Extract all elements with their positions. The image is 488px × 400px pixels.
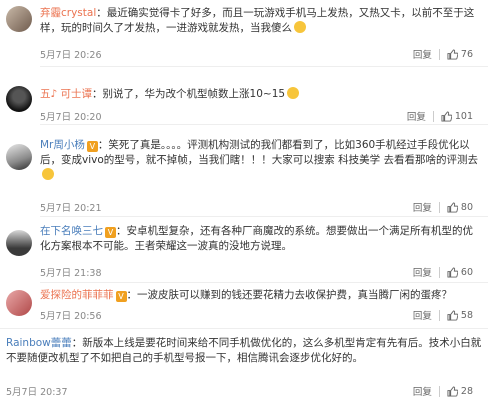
like-button[interactable]: 60 bbox=[438, 266, 480, 278]
comment-body: ：最近确实觉得卡了好多，而且一玩游戏手机马上发热，又热又卡，以前不至于这样，玩的… bbox=[40, 7, 475, 34]
comment-actions: 回复 60 bbox=[406, 265, 480, 279]
like-count: 28 bbox=[460, 385, 473, 397]
comment-body: ：笑死了真是。。。。评测机构测试的我们都看到了，比如360手机经过手段优化以后，… bbox=[40, 139, 478, 166]
timestamp: 5月7日 20:20 bbox=[40, 112, 102, 123]
comment-item: Mr周小杨 V ：笑死了真是。。。。评测机构测试的我们都看到了，比如360手机经过手… bbox=[0, 124, 488, 216]
reply-label: 回复 bbox=[412, 311, 432, 322]
comment-text-block: 爱探险的菲菲菲 V ：一波皮肤可以赚到的钱还要花精力去收保护费，真当腾厂闲的蛋疼？ bbox=[40, 288, 482, 303]
reply-button[interactable]: 回复 bbox=[406, 384, 439, 398]
smile-emoji-icon bbox=[287, 87, 300, 99]
like-button[interactable]: 101 bbox=[432, 110, 480, 122]
thumb-up-icon bbox=[441, 110, 452, 122]
timestamp: 5月7日 20:21 bbox=[40, 203, 102, 214]
thumb-up-icon bbox=[447, 266, 458, 278]
username-link[interactable]: Rainbow蕾蕾 bbox=[6, 337, 72, 349]
smile-emoji-icon bbox=[294, 21, 306, 33]
thumb-up-icon bbox=[447, 309, 458, 321]
reply-label: 回复 bbox=[412, 268, 432, 279]
timestamp: 5月7日 20:26 bbox=[40, 50, 102, 61]
like-button[interactable]: 28 bbox=[438, 385, 480, 397]
comment-actions: 回复 80 bbox=[406, 200, 480, 214]
avatar[interactable] bbox=[6, 144, 32, 170]
comment-text-block: Rainbow蕾蕾：新版本上线是要花时间来给不同手机做优化的，这么多机型肯定有先… bbox=[6, 336, 482, 366]
vip-badge-icon: V bbox=[86, 141, 98, 152]
like-count: 76 bbox=[460, 48, 473, 60]
smile-emoji-icon bbox=[42, 168, 54, 180]
comment-body: ：新版本上线是要花时间来给不同手机做优化的，这么多机型肯定有先有后。技术小白就不… bbox=[6, 337, 482, 364]
comment-actions: 回复 58 bbox=[406, 308, 480, 322]
like-count: 101 bbox=[454, 110, 473, 122]
avatar[interactable] bbox=[6, 290, 32, 316]
comment-actions: 回复 76 bbox=[406, 47, 480, 61]
comment-text-block: 五♪ 可士谭：别说了，华为改个机型帧数上涨10~15 bbox=[40, 87, 482, 102]
vip-badge-icon: V bbox=[115, 291, 127, 302]
reply-label: 回复 bbox=[412, 387, 432, 398]
comment-item: Rainbow蕾蕾：新版本上线是要花时间来给不同手机做优化的，这么多机型肯定有先… bbox=[0, 328, 488, 400]
comment-item: 在下名唤三七 V ：安卓机型复杂，还有各种厂商魔改的系统。想要做出一个满足所有机型的… bbox=[0, 216, 488, 282]
avatar[interactable] bbox=[6, 6, 32, 32]
username-link[interactable]: 爱探险的菲菲菲 bbox=[40, 289, 114, 301]
avatar[interactable] bbox=[6, 230, 32, 256]
comment-item: 弃霾crystal：最近确实觉得卡了好多，而且一玩游戏手机马上发热，又热又卡，以… bbox=[0, 0, 488, 66]
thumb-up-icon bbox=[447, 48, 458, 60]
reply-button[interactable]: 回复 bbox=[406, 265, 439, 279]
reply-button[interactable]: 回复 bbox=[406, 47, 439, 61]
like-button[interactable]: 80 bbox=[438, 201, 480, 213]
username-link[interactable]: Mr周小杨 bbox=[40, 139, 85, 151]
reply-button[interactable]: 回复 bbox=[406, 200, 439, 214]
reply-button[interactable]: 回复 bbox=[406, 308, 439, 322]
vip-badge-icon: V bbox=[105, 227, 116, 238]
like-button[interactable]: 58 bbox=[438, 309, 480, 321]
comment-actions: 回复 101 bbox=[400, 109, 480, 123]
username-link[interactable]: 在下名唤三七 bbox=[40, 225, 103, 237]
timestamp: 5月7日 20:56 bbox=[40, 311, 102, 322]
username-link[interactable]: 五♪ 可士谭 bbox=[40, 88, 92, 100]
comment-text-block: 弃霾crystal：最近确实觉得卡了好多，而且一玩游戏手机马上发热，又热又卡，以… bbox=[40, 6, 482, 36]
timestamp: 5月7日 21:38 bbox=[40, 268, 102, 279]
reply-button[interactable]: 回复 bbox=[400, 109, 433, 123]
thumb-up-icon bbox=[447, 385, 458, 397]
comment-item: 爱探险的菲菲菲 V ：一波皮肤可以赚到的钱还要花精力去收保护费，真当腾厂闲的蛋疼？ … bbox=[0, 282, 488, 328]
username-link[interactable]: 弃霾crystal bbox=[40, 7, 96, 19]
comment-text-block: 在下名唤三七 V ：安卓机型复杂，还有各种厂商魔改的系统。想要做出一个满足所有机型的… bbox=[40, 224, 482, 254]
like-count: 80 bbox=[460, 201, 473, 213]
comment-body: ：别说了，华为改个机型帧数上涨10~15 bbox=[92, 88, 286, 100]
comment-text-block: Mr周小杨 V ：笑死了真是。。。。评测机构测试的我们都看到了，比如360手机经过手… bbox=[40, 138, 482, 183]
timestamp: 5月7日 20:37 bbox=[6, 387, 68, 398]
like-count: 60 bbox=[460, 266, 473, 278]
like-button[interactable]: 76 bbox=[438, 48, 480, 60]
comment-body: ：一波皮肤可以赚到的钱还要花精力去收保护费，真当腾厂闲的蛋疼？ bbox=[126, 289, 453, 301]
reply-label: 回复 bbox=[406, 112, 426, 123]
comment-item: 五♪ 可士谭：别说了，华为改个机型帧数上涨10~15 5月7日 20:20 回复… bbox=[0, 66, 488, 124]
reply-label: 回复 bbox=[412, 50, 432, 61]
thumb-up-icon bbox=[447, 201, 458, 213]
like-count: 58 bbox=[460, 309, 473, 321]
reply-label: 回复 bbox=[412, 203, 432, 214]
avatar[interactable] bbox=[6, 86, 32, 112]
comment-actions: 回复 28 bbox=[406, 384, 480, 398]
